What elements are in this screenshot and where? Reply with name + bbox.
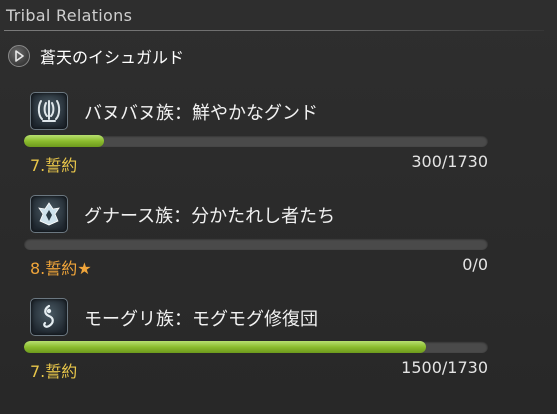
- header-divider: [4, 30, 544, 31]
- rank-label: 7.誓約: [30, 362, 78, 381]
- reputation-bar: [24, 238, 488, 250]
- play-icon[interactable]: [8, 45, 30, 67]
- reputation-bar: [24, 341, 488, 353]
- expansion-toggle[interactable]: 蒼天のイシュガルド: [8, 44, 184, 68]
- rank-label: 7.誓約: [30, 156, 78, 175]
- gnath-emblem-icon: [30, 195, 68, 233]
- tribe-name: グナース族：分かたれし者たち: [84, 206, 336, 227]
- tribe-entry: グナース族：分かたれし者たち 8.誓約★ 0/0: [24, 195, 494, 295]
- reputation-value: 1500/1730: [401, 358, 488, 377]
- moogle-emblem-icon: [30, 298, 68, 336]
- tribe-name: バヌバヌ族：鮮やかなグンド: [84, 103, 318, 124]
- vanu-vanu-emblem-icon: [30, 92, 68, 130]
- tribe-entry: バヌバヌ族：鮮やかなグンド 7.誓約 300/1730: [24, 92, 494, 192]
- reputation-bar-fill: [24, 135, 105, 147]
- reputation-value: 0/0: [462, 255, 488, 274]
- tribal-relations-panel: Tribal Relations 蒼天のイシュガルド バヌバヌ族：鮮やかなグンド…: [0, 0, 557, 414]
- reputation-value: 300/1730: [411, 152, 488, 171]
- rank-label: 8.誓約★: [30, 259, 92, 278]
- tribe-name: モーグリ族：モグモグ修復団: [84, 309, 318, 330]
- reputation-bar-fill: [24, 341, 427, 353]
- reputation-bar: [24, 135, 488, 147]
- expansion-label: 蒼天のイシュガルド: [40, 48, 185, 67]
- panel-title: Tribal Relations: [6, 6, 133, 25]
- tribe-entry: モーグリ族：モグモグ修復団 7.誓約 1500/1730: [24, 298, 494, 398]
